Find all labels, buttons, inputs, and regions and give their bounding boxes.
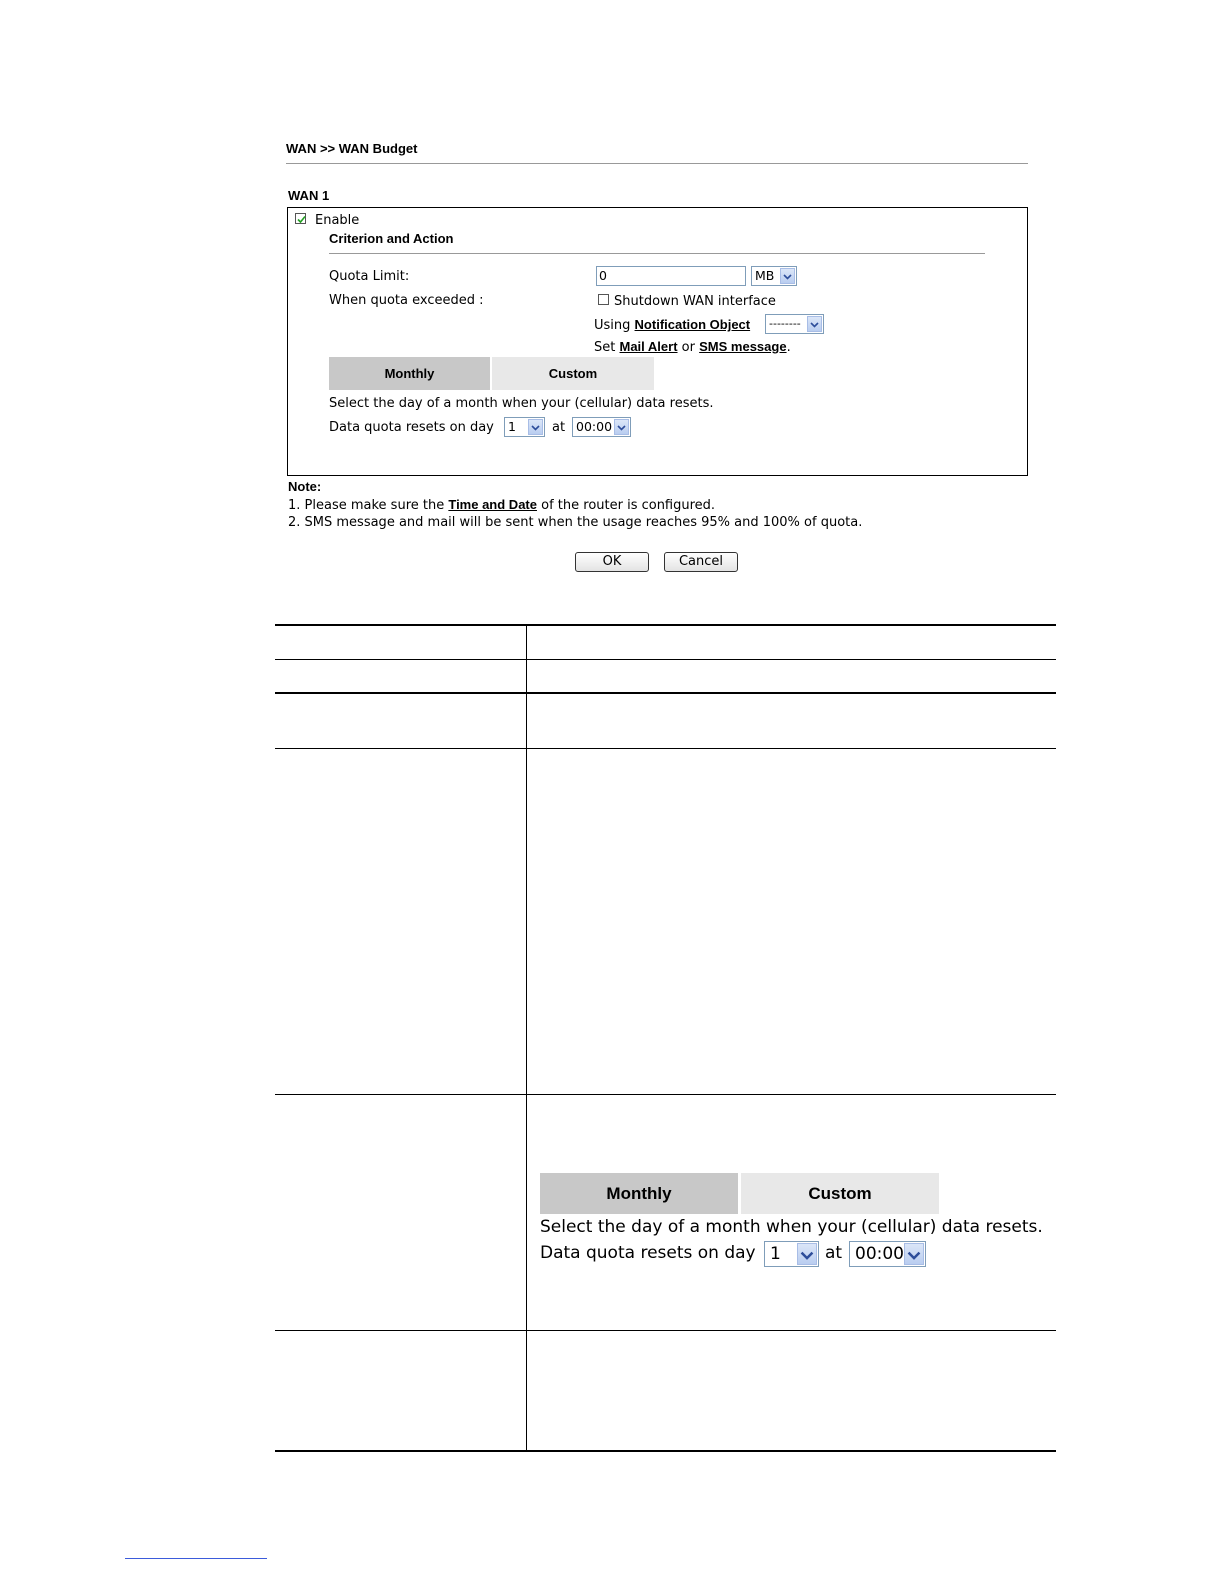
note-title: Note: [288, 479, 322, 494]
or-text: or [681, 340, 695, 355]
reset-time-select[interactable]: 00:00 [572, 417, 631, 437]
chevron-down-icon [807, 316, 822, 332]
table-row-rule [275, 692, 1056, 694]
enable-checkbox[interactable] [295, 213, 306, 224]
wan-section-title: WAN 1 [288, 188, 330, 203]
note-line-1-suffix: of the router is configured. [541, 498, 716, 513]
chevron-down-icon [780, 268, 795, 284]
ok-button[interactable]: OK [575, 552, 649, 572]
shutdown-wan-checkbox[interactable] [598, 294, 609, 305]
reset-day-select[interactable]: 1 [504, 417, 545, 437]
note-line-2: 2. SMS message and mail will be sent whe… [288, 515, 863, 530]
zoom-reset-at-label: at [825, 1243, 843, 1263]
table-top-rule [275, 624, 1056, 626]
chevron-down-icon [528, 419, 543, 435]
table-column-divider [526, 624, 527, 1452]
shutdown-wan-label: Shutdown WAN interface [614, 294, 776, 309]
page-title: WAN >> WAN Budget [286, 141, 418, 156]
tab-custom[interactable]: Custom [492, 357, 654, 390]
reset-day-value: 1 [508, 419, 516, 434]
table-row-rule [275, 1330, 1056, 1331]
notification-object-link[interactable]: Notification Object [635, 317, 751, 332]
reset-time-value: 00:00 [576, 419, 613, 434]
quota-exceeded-label: When quota exceeded : [329, 293, 484, 308]
reset-day-label: Data quota resets on day [329, 420, 494, 435]
title-divider [286, 163, 1028, 164]
cancel-button[interactable]: Cancel [664, 552, 738, 572]
zoom-reset-day-label: Data quota resets on day [540, 1243, 756, 1263]
set-text: Set [594, 340, 616, 355]
note-line-1: 1. Please make sure the Time and Date of… [288, 497, 715, 514]
alert-row: Set Mail Alert or SMS message. [594, 339, 791, 356]
zoom-reset-time-value: 00:00 [855, 1244, 904, 1264]
criterion-title: Criterion and Action [329, 231, 454, 246]
period-text: . [786, 340, 791, 355]
note-line-1-prefix: 1. Please make sure the [288, 498, 445, 513]
reset-description: Select the day of a month when your (cel… [329, 396, 714, 411]
notification-object-value: -------- [769, 317, 801, 330]
check-icon [297, 215, 306, 224]
zoom-tab-monthly[interactable]: Monthly [540, 1173, 738, 1214]
quota-limit-input[interactable]: 0 [596, 266, 746, 286]
chevron-down-icon [797, 1243, 817, 1265]
table-row-rule [275, 1094, 1056, 1095]
time-and-date-link[interactable]: Time and Date [448, 497, 537, 512]
criterion-divider [329, 253, 985, 254]
chevron-down-icon [904, 1243, 924, 1265]
zoom-reset-time-select[interactable]: 00:00 [849, 1241, 926, 1267]
notification-object-select[interactable]: -------- [765, 314, 824, 334]
quota-unit-value: MB [755, 268, 775, 283]
zoom-reset-day-value: 1 [770, 1244, 781, 1264]
mail-alert-link[interactable]: Mail Alert [620, 339, 678, 354]
tab-monthly[interactable]: Monthly [329, 357, 490, 390]
chevron-down-icon [614, 419, 629, 435]
table-row-rule [275, 659, 1056, 660]
using-text: Using [594, 318, 631, 333]
notification-row: Using Notification Object [594, 317, 750, 334]
quota-unit-select[interactable]: MB [751, 266, 797, 286]
table-bottom-rule [275, 1450, 1056, 1452]
zoom-reset-day-select[interactable]: 1 [764, 1241, 819, 1267]
reset-at-label: at [552, 420, 566, 435]
table-row-rule [275, 748, 1056, 749]
sms-message-link[interactable]: SMS message [699, 339, 786, 354]
zoom-tab-custom[interactable]: Custom [741, 1173, 939, 1214]
quota-limit-label: Quota Limit: [329, 269, 410, 284]
footer-rule [125, 1558, 267, 1559]
zoom-reset-description: Select the day of a month when your (cel… [540, 1217, 1043, 1237]
enable-label: Enable [315, 213, 360, 228]
